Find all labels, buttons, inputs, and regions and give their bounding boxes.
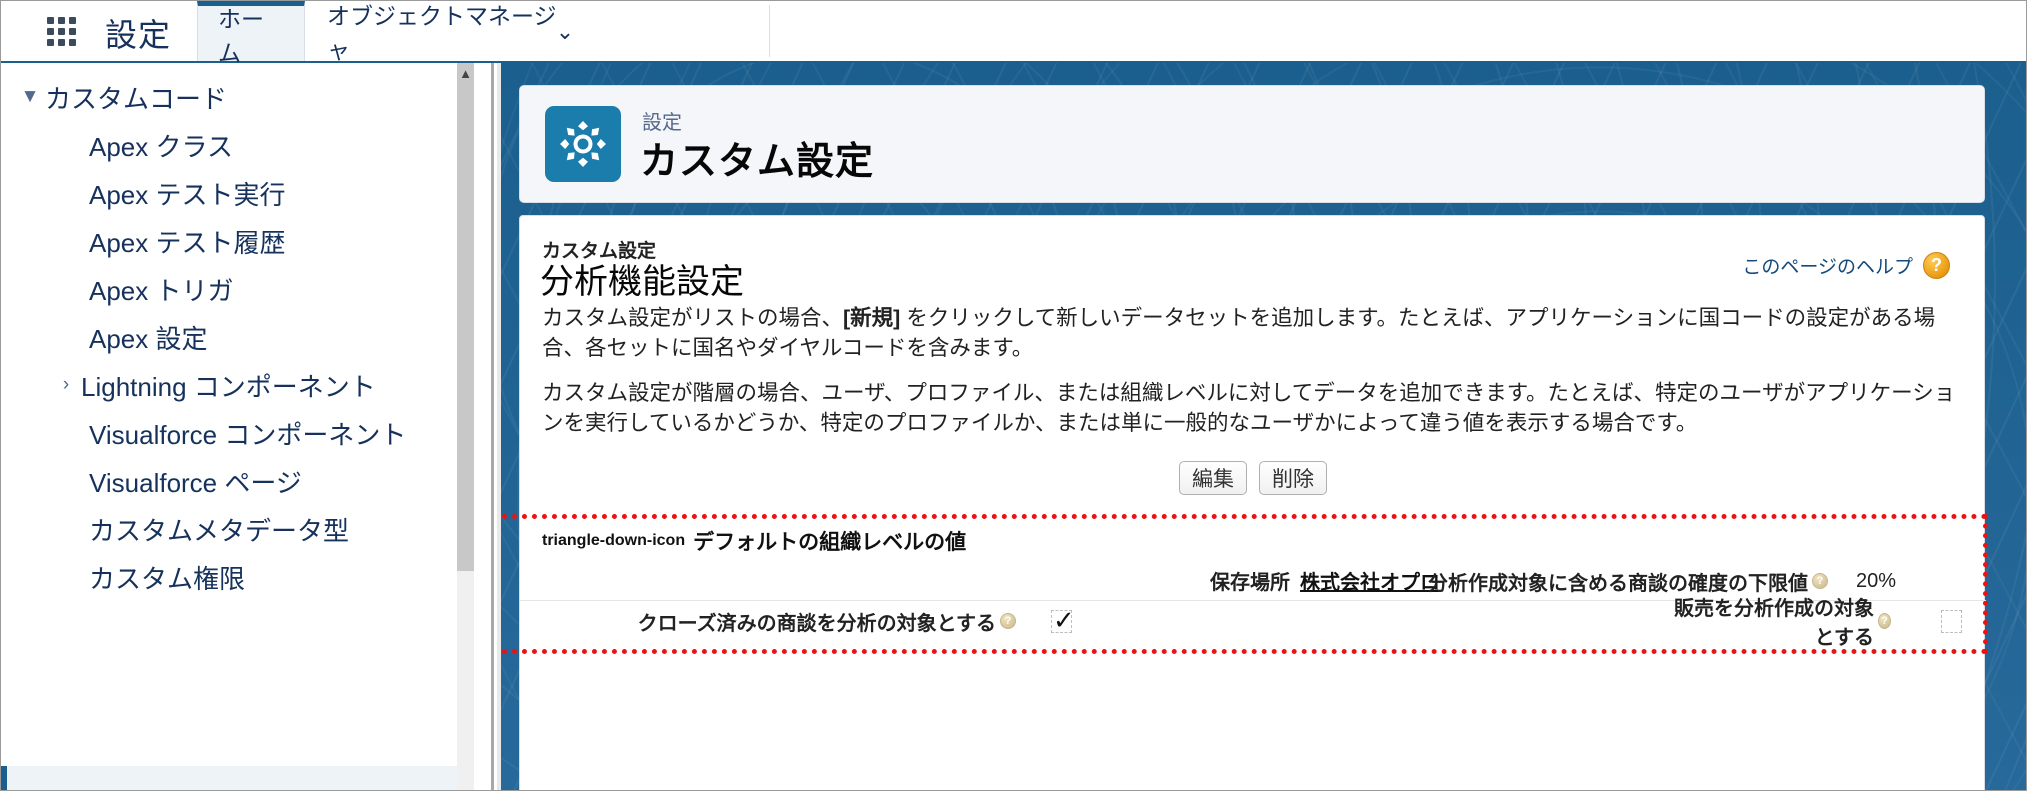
- tab-home[interactable]: ホーム: [197, 1, 305, 66]
- sidebar-item-label: Apex トリガ: [89, 275, 234, 306]
- sidebar-item-apex-test-history[interactable]: Apex テスト履歴: [1, 217, 471, 265]
- sidebar-item-label: Apex 設定: [89, 323, 208, 354]
- nav-divider: [769, 5, 770, 57]
- setup-sidebar-tree: ▼ カスタムコード Apex クラス Apex テスト実行 Apex テスト履歴…: [1, 63, 494, 790]
- sidebar-item-apex-test-execution[interactable]: Apex テスト実行: [1, 169, 471, 217]
- section-title: 分析機能設定: [540, 263, 744, 301]
- chevron-down-icon[interactable]: ⌄: [547, 19, 583, 45]
- sidebar-item-label: Apex クラス: [89, 131, 233, 162]
- delete-button[interactable]: 削除: [1259, 461, 1327, 495]
- description-paragraph-1: カスタム設定がリストの場合、[新規] をクリックして新しいデータセットを追加しま…: [542, 304, 1960, 363]
- section-header-label: デフォルトの組織レベルの値: [693, 531, 967, 554]
- page-body-card: カスタム設定 分析機能設定 このページのヘルプ ? カスタム設定がリストの場合、…: [497, 215, 1988, 790]
- sidebar-item-custom-code[interactable]: ▼ カスタムコード: [1, 73, 471, 121]
- checkbox-include-closed-opportunities[interactable]: [1051, 605, 1075, 636]
- storage-location-link[interactable]: 株式会社オプロ: [1300, 566, 1440, 595]
- sidebar-item-label: Apex テスト履歴: [89, 227, 286, 258]
- sidebar-item-apex-classes[interactable]: Apex クラス: [1, 121, 471, 169]
- app-grid-icon[interactable]: [47, 17, 81, 47]
- question-mark-icon[interactable]: ?: [1923, 252, 1950, 279]
- field-value-min-probability: 20%: [1856, 569, 1897, 592]
- salesforce-setup-screen: 設定 ホーム オブジェクトマネージャ ⌄ ▼ カスタムコード Apex クラス …: [0, 0, 2027, 791]
- setup-title: 設定: [105, 17, 172, 53]
- sidebar-item-label: Visualforce コンポーネント: [89, 419, 407, 450]
- sidebar-item-visualforce-pages[interactable]: Visualforce ページ: [1, 457, 471, 505]
- main-content-area: 設定 カスタム設定 カスタム設定 分析機能設定 このページのヘルプ ? カスタム…: [497, 63, 2026, 790]
- table-row: クローズ済みの商談を分析の対象とする ? 販売を分析作成の対象とする ?: [520, 598, 1986, 649]
- sidebar-item-apex-triggers[interactable]: Apex トリガ: [1, 265, 471, 313]
- tab-object-manager[interactable]: オブジェクトマネージャ: [307, 1, 577, 63]
- sidebar-item-visualforce-components[interactable]: Visualforce コンポーネント: [1, 409, 471, 457]
- content-left-gutter: [497, 63, 501, 790]
- help-link-label: このページのヘルプ: [1742, 257, 1913, 278]
- sidebar-item-partial-selected[interactable]: [1, 766, 471, 790]
- sidebar-item-custom-permissions[interactable]: カスタム権限: [1, 553, 471, 601]
- sidebar-item-apex-settings[interactable]: Apex 設定: [1, 313, 471, 361]
- description-paragraph-2: カスタム設定が階層の場合、ユーザ、プロファイル、または組織レベルに対してデータを…: [542, 381, 1956, 435]
- sidebar-item-custom-metadata-types[interactable]: カスタムメタデータ型: [1, 505, 471, 553]
- default-org-level-values-header[interactable]: triangle-down-icon デフォルトの組織レベルの値: [542, 526, 966, 556]
- action-button-row: 編集 削除: [520, 461, 1986, 495]
- field-value-include-closed-opportunities: [1051, 605, 1671, 636]
- triangle-up-icon[interactable]: ▲: [457, 65, 474, 83]
- page-header-card: 設定 カスタム設定: [519, 85, 1985, 203]
- field-label-include-closed-opportunities: クローズ済みの商談を分析の対象とする ?: [520, 607, 1026, 636]
- global-navigation-bar: 設定 ホーム オブジェクトマネージャ ⌄: [1, 1, 2026, 66]
- field-help-icon[interactable]: ?: [1812, 573, 1828, 589]
- sidebar-item-label: カスタムメタデータ型: [89, 515, 350, 546]
- triangle-down-icon[interactable]: triangle-down-icon: [542, 532, 685, 550]
- field-row-min-probability: 分析作成対象に含める商談の確度の下限値 ? 20%: [1428, 561, 1896, 601]
- field-help-icon[interactable]: ?: [1000, 613, 1016, 629]
- sidebar-item-label: カスタム権限: [89, 563, 246, 594]
- help-for-this-page-link[interactable]: このページのヘルプ ?: [1742, 252, 1950, 279]
- description-1-part-a: カスタム設定がリストの場合、: [542, 306, 844, 330]
- field-value-include-sales: [1941, 609, 1962, 633]
- chevron-down-icon: ▼: [20, 86, 40, 107]
- gear-icon: [545, 106, 621, 182]
- sidebar-item-label: カスタムコード: [45, 83, 228, 114]
- sidebar-item-label: Apex テスト実行: [89, 179, 286, 210]
- chevron-right-icon: ›: [62, 374, 70, 395]
- field-label-min-probability: 分析作成対象に含める商談の確度の下限値: [1428, 572, 1808, 595]
- sidebar-item-label: Visualforce ページ: [89, 467, 302, 498]
- edit-button[interactable]: 編集: [1179, 461, 1247, 495]
- sidebar-scrollbar-thumb[interactable]: [457, 63, 474, 571]
- field-label-storage-location: 保存場所: [1210, 572, 1290, 594]
- page-title: カスタム設定: [640, 141, 875, 183]
- sidebar-item-label: Lightning コンポーネント: [81, 371, 376, 402]
- field-help-icon[interactable]: ?: [1878, 613, 1891, 629]
- sidebar-item-lightning-components[interactable]: › Lightning コンポーネント: [1, 361, 471, 409]
- description-1-new-keyword: [新規]: [843, 306, 901, 330]
- checkbox-include-sales[interactable]: [1941, 609, 1962, 633]
